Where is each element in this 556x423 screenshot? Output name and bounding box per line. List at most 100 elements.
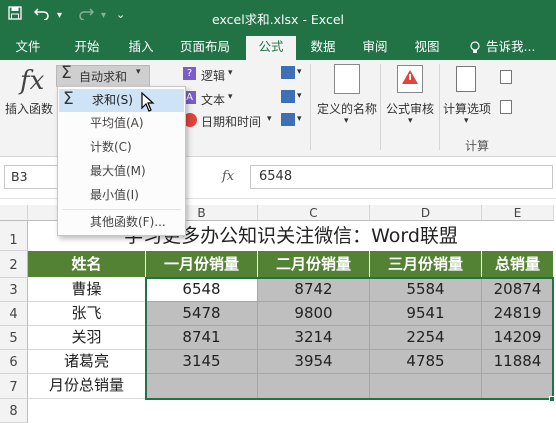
tab-home[interactable]: 开始 (60, 36, 114, 60)
menu-item-average[interactable]: 平均值(A) (59, 112, 184, 135)
formula-input[interactable]: 6548 (250, 165, 553, 189)
header-feb[interactable]: 二月份销量 (258, 251, 370, 278)
cell-total[interactable]: 20874 (482, 278, 554, 302)
cell-name[interactable]: 关羽 (28, 326, 146, 350)
cell-name[interactable]: 张飞 (28, 302, 146, 326)
datetime-button[interactable]: 日期和时间 (201, 113, 261, 130)
autosum-label: 自动求和 (79, 70, 128, 84)
text-button[interactable]: 文本 (201, 91, 225, 108)
fill-handle[interactable] (549, 396, 555, 402)
math-trig-icon[interactable] (281, 90, 295, 103)
header-jan[interactable]: 一月份销量 (146, 251, 258, 278)
cell-value[interactable]: 2254 (370, 326, 482, 350)
chevron-down-icon: ▾ (464, 116, 469, 126)
chevron-down-icon: ▾ (344, 116, 349, 126)
cell-total[interactable] (482, 374, 554, 399)
chevron-down-icon: ▾ (267, 114, 272, 124)
window-title: excel求和.xlsx - Excel (211, 12, 344, 27)
column-header-c[interactable]: C (258, 205, 370, 221)
column-header-d[interactable]: D (370, 205, 482, 221)
chevron-down-icon: ▾ (297, 114, 302, 124)
formula-auditing-icon (397, 65, 423, 93)
menu-item-min[interactable]: 最小值(I) (59, 184, 184, 207)
ribbon-separator (380, 64, 381, 150)
chevron-down-icon: ▾ (408, 116, 413, 126)
cell-active[interactable]: 6548 (146, 278, 258, 302)
cell-value[interactable]: 9541 (370, 302, 482, 326)
cell-value[interactable]: 8742 (258, 278, 370, 302)
calculate-sheet-icon[interactable] (500, 100, 512, 114)
menu-item-max[interactable]: 最大值(M) (59, 160, 184, 183)
cell-total[interactable]: 24819 (482, 302, 554, 326)
chevron-down-icon: ▾ (136, 67, 141, 77)
cell-name[interactable]: 诸葛亮 (28, 350, 146, 374)
cell-value[interactable] (258, 374, 370, 399)
tab-formulas[interactable]: 公式 (246, 36, 296, 60)
logical-button[interactable]: 逻辑 (201, 67, 225, 84)
tab-view[interactable]: 视图 (404, 36, 450, 60)
header-name[interactable]: 姓名 (28, 251, 146, 278)
row-header-7[interactable]: 7 (0, 374, 28, 399)
autosum-dropdown: 求和(S) Σ 平均值(A) 计数(C) 最大值(M) 最小值(I) 其他函数(… (57, 86, 186, 236)
cell-value[interactable] (370, 374, 482, 399)
cell-value[interactable] (146, 374, 258, 399)
chevron-down-icon: ▾ (297, 91, 302, 101)
row-header-4[interactable]: 4 (0, 302, 28, 326)
calculator-icon (456, 66, 476, 92)
lookup-icon[interactable] (281, 66, 295, 79)
insert-function-button[interactable]: 插入函数 (5, 100, 53, 117)
defined-names-button[interactable]: 定义的名称 (317, 100, 377, 117)
chevron-down-icon: ▾ (297, 67, 302, 77)
tab-review[interactable]: 审阅 (352, 36, 398, 60)
cell-value[interactable]: 3214 (258, 326, 370, 350)
cell-value[interactable]: 5478 (146, 302, 258, 326)
row-header-1[interactable]: 1 (0, 221, 28, 251)
tab-insert[interactable]: 插入 (118, 36, 164, 60)
cell-name[interactable]: 曹操 (28, 278, 146, 302)
insert-function-icon[interactable]: fx (222, 169, 234, 184)
tab-file[interactable]: 文件 (0, 36, 56, 60)
function-icon[interactable]: fx (20, 66, 44, 96)
cell-name[interactable]: 月份总销量 (28, 374, 146, 399)
menu-item-more-functions[interactable]: 其他函数(F)... (59, 211, 184, 234)
row-header-8[interactable]: 8 (0, 399, 28, 423)
cell-total[interactable]: 11884 (482, 350, 554, 374)
mouse-cursor-icon (141, 91, 155, 116)
calculate-now-icon[interactable] (500, 70, 512, 84)
calc-options-button[interactable]: 计算选项 (443, 100, 491, 117)
logical-icon: ? (183, 67, 196, 80)
select-all-corner[interactable] (0, 205, 28, 221)
formula-auditing-button[interactable]: 公式审核 (386, 100, 434, 117)
lightbulb-icon (466, 36, 484, 60)
tell-me-search[interactable]: 告诉我... (486, 36, 552, 60)
cell-total[interactable]: 14209 (482, 326, 554, 350)
cell-value[interactable]: 9800 (258, 302, 370, 326)
cell-value[interactable]: 3954 (258, 350, 370, 374)
sigma-icon: Σ (61, 63, 72, 83)
cell-value[interactable]: 5584 (370, 278, 482, 302)
sigma-icon: Σ (63, 89, 74, 109)
column-header-e[interactable]: E (482, 205, 554, 221)
header-total[interactable]: 总销量 (482, 251, 554, 278)
tab-page-layout[interactable]: 页面布局 (168, 36, 242, 60)
cell-value[interactable]: 8741 (146, 326, 258, 350)
cell-value[interactable]: 4785 (370, 350, 482, 374)
row-header-5[interactable]: 5 (0, 326, 28, 350)
title-bar: ▾ ▾ ⌄ excel求和.xlsx - Excel (0, 0, 556, 36)
row-header-3[interactable]: 3 (0, 278, 28, 302)
name-manager-icon (334, 64, 360, 94)
row-header-2[interactable]: 2 (0, 251, 28, 278)
menu-item-sum[interactable]: 求和(S) (59, 89, 184, 112)
chevron-down-icon: ▾ (228, 92, 233, 102)
header-mar[interactable]: 三月份销量 (370, 251, 482, 278)
ribbon-separator (439, 64, 440, 150)
tab-data[interactable]: 数据 (300, 36, 346, 60)
menu-separator (62, 209, 181, 210)
more-functions-icon[interactable] (281, 113, 295, 126)
ribbon-separator (310, 64, 311, 150)
row-header-6[interactable]: 6 (0, 350, 28, 374)
cell-value[interactable]: 3145 (146, 350, 258, 374)
chevron-down-icon: ▾ (228, 68, 233, 78)
calc-group-label: 计算 (465, 139, 490, 153)
menu-item-count[interactable]: 计数(C) (59, 136, 184, 159)
